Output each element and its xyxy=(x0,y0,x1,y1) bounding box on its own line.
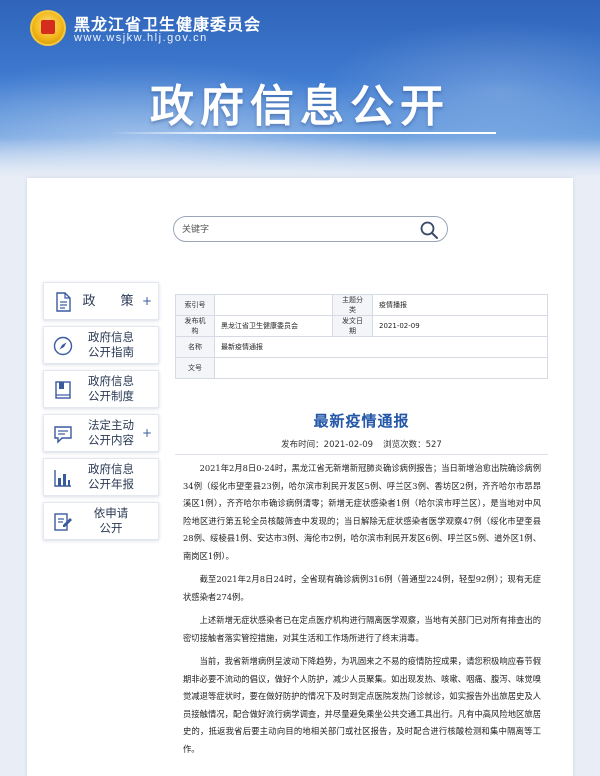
sidebar-item-on-request[interactable]: 依申请 公开 xyxy=(43,502,159,540)
expand-plus-icon[interactable]: + xyxy=(142,294,152,308)
name-value: 最新疫情通报 xyxy=(214,336,548,358)
article-divider xyxy=(175,454,548,455)
national-emblem-logo[interactable] xyxy=(30,10,66,46)
date-value: 2021-02-09 xyxy=(372,315,548,337)
header-banner: 黑龙江省卫生健康委员会 www.wsjkw.hlj.gov.cn 政府信息公开 xyxy=(0,0,600,178)
sidebar-item-policy[interactable]: 政 策 + xyxy=(43,282,159,320)
book-icon xyxy=(53,380,73,400)
index-label: 索引号 xyxy=(175,294,215,316)
sidebar-item-label: 政 策 xyxy=(82,293,140,309)
article-paragraph: 当前，我省新增病例呈波动下降趋势，为巩固来之不易的疫情防控成果，请您积极响应春节… xyxy=(183,656,541,754)
sidebar-item-label: 法定主动 公开内容 xyxy=(88,418,134,447)
views-count: 527 xyxy=(425,440,442,450)
search-box xyxy=(173,216,448,242)
banner-fade xyxy=(0,138,600,178)
sidebar-item-statutory-content[interactable]: 法定主动 公开内容 + xyxy=(43,414,159,452)
article-paragraph: 上述新增无症状感染者已在定点医疗机构进行隔离医学观察，当地有关部门已对所有排查出… xyxy=(183,615,541,643)
document-meta-table: 索引号 主题分类 疫情播报 发布机构 黑龙江省卫生健康委员会 发文日期 2021… xyxy=(175,294,548,379)
document-icon xyxy=(53,292,73,312)
chat-icon xyxy=(53,424,73,444)
publish-time-label: 发布时间： xyxy=(281,440,324,450)
sidebar-item-label: 依申请 公开 xyxy=(93,506,129,535)
sidebar-nav: 政 策 + 政府信息 公开指南 政府信息 公开制度 法定主动 公开内容 + 政府… xyxy=(43,282,159,546)
publisher-label: 发布机构 xyxy=(175,315,215,337)
topic-label: 主题分类 xyxy=(332,294,373,316)
page-heading: 政府信息公开 xyxy=(150,81,450,132)
sidebar-item-disclosure-guide[interactable]: 政府信息 公开指南 xyxy=(43,326,159,364)
sidebar-item-label: 政府信息 公开制度 xyxy=(88,374,134,403)
index-value xyxy=(214,294,333,316)
chart-icon xyxy=(53,468,73,488)
expand-plus-icon[interactable]: + xyxy=(142,426,152,440)
search-icon[interactable] xyxy=(419,220,439,240)
sidebar-item-disclosure-system[interactable]: 政府信息 公开制度 xyxy=(43,370,159,408)
publisher-value: 黑龙江省卫生健康委员会 xyxy=(214,315,333,337)
sidebar-item-label: 政府信息 公开年报 xyxy=(88,462,134,491)
content-card: 政 策 + 政府信息公开指南 政 xyxy=(27,178,573,776)
docno-value xyxy=(214,357,548,379)
site-url: www.wsjkw.hlj.gov.cn xyxy=(74,32,208,44)
topic-value: 疫情播报 xyxy=(372,294,548,316)
publish-time: 2021-02-09 xyxy=(323,440,374,450)
sidebar-item-label: 政府信息 公开指南 xyxy=(88,330,134,359)
heading-underline xyxy=(110,132,496,134)
date-label: 发文日期 xyxy=(332,315,373,337)
views-label: 浏览次数： xyxy=(383,440,426,450)
search-input[interactable] xyxy=(182,221,402,238)
docno-label: 文号 xyxy=(175,357,215,379)
compass-icon xyxy=(53,336,73,356)
article-title: 最新疫情通报 xyxy=(313,412,410,430)
edit-icon xyxy=(53,512,73,532)
article-paragraph: 截至2021年2月8日24时，全省现有确诊病例316例（普通型224例，轻型92… xyxy=(183,574,541,602)
name-label: 名称 xyxy=(175,336,215,358)
sidebar-item-annual-report[interactable]: 政府信息 公开年报 xyxy=(43,458,159,496)
article-info: 发布时间：2021-02-09 浏览次数：527 xyxy=(175,438,548,450)
article-paragraph: 2021年2月8日0-24时，黑龙江省无新增新冠肺炎确诊病例报告；当日新增治愈出… xyxy=(183,463,541,561)
article-body: 2021年2月8日0-24时，黑龙江省无新增新冠肺炎确诊病例报告；当日新增治愈出… xyxy=(183,460,541,764)
